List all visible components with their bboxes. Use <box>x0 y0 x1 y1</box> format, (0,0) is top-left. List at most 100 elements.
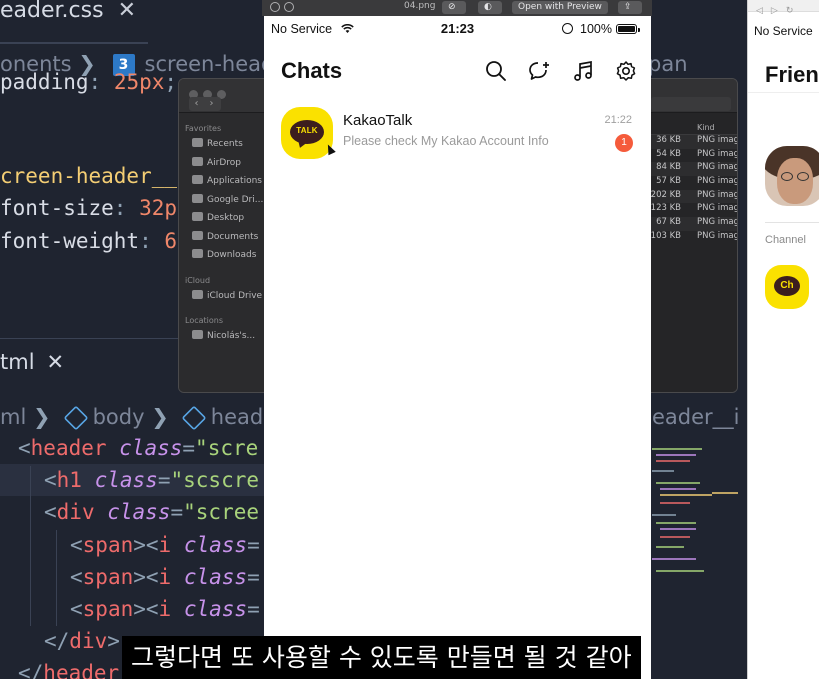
breadcrumb-body: body <box>92 405 145 429</box>
html-breadcrumb[interactable]: ml ❯ body ❯ head <box>0 405 264 431</box>
sidebar-item-computer[interactable]: Nicolás's... <box>179 327 265 346</box>
nav-buttons[interactable]: ‹ › <box>189 97 221 111</box>
markup-button[interactable]: ⊘ <box>442 1 466 14</box>
file-row[interactable]: 67 KB PNG imag <box>651 217 737 231</box>
channel-icon[interactable]: Ch <box>765 265 809 309</box>
code-line: <h1 class="scscre <box>44 468 259 492</box>
sidebar-item-google-drive[interactable]: Google Dri... <box>179 191 265 210</box>
carrier-label: No Service <box>754 24 813 38</box>
file-row[interactable]: 57 KB PNG imag <box>651 176 737 190</box>
chat-list-item[interactable]: TALK KakaoTalk Please check My Kakao Acc… <box>264 104 651 166</box>
code-line: <span><i class= <box>70 597 260 621</box>
battery-icon <box>616 24 640 34</box>
clock-icon <box>192 138 203 147</box>
code-line: <span><i class= <box>70 533 260 557</box>
cube-icon <box>63 405 89 431</box>
html-file-tab[interactable]: tml ✕ <box>0 350 64 374</box>
sidebar-item-desktop[interactable]: Desktop <box>179 209 265 228</box>
cube-icon <box>181 405 207 431</box>
page-title: Chats <box>281 58 343 83</box>
sidebar-section-icloud: iCloud <box>185 275 211 285</box>
code-line: padding: 25px; <box>0 70 178 94</box>
file-row[interactable]: 123 KB PNG imag <box>651 203 737 217</box>
avatar-label: TALK <box>296 126 318 135</box>
column-header-kind[interactable]: Kind <box>651 123 737 135</box>
sidebar-item-airdrop[interactable]: AirDrop <box>179 154 265 173</box>
file-row[interactable]: 84 KB PNG imag <box>651 162 737 177</box>
chat-name: KakaoTalk <box>343 112 413 129</box>
code-line: font-weight: 6 <box>0 229 178 253</box>
settings-icon[interactable] <box>615 60 637 82</box>
code-line: <span><i class= <box>70 565 260 589</box>
chevron-right-icon: ❯ <box>144 405 169 429</box>
finder-sidebar: Favorites Recents AirDrop Applications G… <box>179 113 265 392</box>
breadcrumb-folder: ml <box>0 405 27 429</box>
file-row[interactable]: 36 KB PNG imag <box>651 135 737 149</box>
back-arrow-icon[interactable]: ‹ <box>189 97 204 111</box>
sidebar-section-locations: Locations <box>185 316 224 325</box>
indent-guide <box>56 530 57 626</box>
sidebar-item-documents[interactable]: Documents <box>179 228 265 247</box>
cloud-icon <box>192 289 203 299</box>
breadcrumb-header: head <box>210 405 264 429</box>
html-tab-label: tml <box>0 350 35 374</box>
css-file-tab[interactable]: eader.css ✕ <box>0 0 136 23</box>
video-subtitle: 그렇다면 또 사용할 수 있도록 만들면 될 것 같아 <box>122 636 641 679</box>
music-icon[interactable] <box>572 60 594 82</box>
divider <box>765 222 819 223</box>
browser-toolbar: ◁ ▷ ↻ <box>748 0 819 15</box>
channel-icon-label: Ch <box>774 276 800 296</box>
friends-browser-window: ◁ ▷ ↻ No Service Frien Channel Ch <box>747 0 819 679</box>
hide-preview-icon[interactable] <box>284 2 294 12</box>
code-line: creen-header__ <box>0 164 178 188</box>
unread-badge: 1 <box>615 134 633 152</box>
back-icon[interactable]: ◁ <box>756 5 763 16</box>
file-row[interactable]: 103 KB PNG imag <box>651 231 737 245</box>
close-icon[interactable]: ✕ <box>47 350 65 374</box>
file-row[interactable]: 202 KB PNG imag <box>651 189 737 204</box>
status-bar: No Service 21:23 100% <box>264 16 651 42</box>
code-line: <div class="scree <box>44 500 259 524</box>
divider <box>748 92 819 93</box>
orientation-lock-icon <box>562 23 573 34</box>
indent-guide <box>30 466 31 626</box>
document-icon <box>192 230 203 240</box>
share-icon[interactable]: ⇪ <box>618 1 642 14</box>
minimap[interactable] <box>652 440 742 590</box>
finder-toolbar-field[interactable] <box>651 97 731 111</box>
open-with-preview-button[interactable]: Open with Preview <box>512 1 608 14</box>
laptop-icon <box>192 330 203 339</box>
sidebar-section-favorites: Favorites <box>185 124 222 133</box>
sidebar-item-applications[interactable]: Applications <box>179 172 265 191</box>
kakaotalk-avatar: TALK <box>281 107 333 159</box>
sidebar-item-downloads[interactable]: Downloads <box>179 246 265 265</box>
battery-percent: 100% <box>580 22 612 36</box>
close-preview-icon[interactable] <box>270 2 280 12</box>
chat-time: 21:22 <box>604 114 632 126</box>
download-icon <box>192 249 203 258</box>
css-breadcrumb-right: pan <box>648 52 688 76</box>
file-list[interactable]: Kind 36 KB PNG imag 54 KB PNG imag 84 KB PN… <box>651 113 737 392</box>
forward-icon[interactable]: ▷ <box>771 5 778 16</box>
new-chat-icon[interactable] <box>528 60 550 82</box>
code-line: </header <box>18 661 120 679</box>
chat-preview: Please check My Kakao Account Info <box>343 134 549 148</box>
friends-title: Frien <box>765 62 819 87</box>
code-line: font-size: 32p <box>0 196 178 220</box>
css-tab-label: eader.css <box>0 0 104 23</box>
file-row[interactable]: 54 KB PNG imag <box>651 149 737 163</box>
rotate-button[interactable]: ◐ <box>478 1 502 14</box>
reload-icon[interactable]: ↻ <box>786 5 794 16</box>
sidebar-item-recents[interactable]: Recents <box>179 135 265 154</box>
code-line: <header class="scre <box>18 436 259 460</box>
search-icon[interactable] <box>485 60 507 82</box>
channel-section-label: Channel <box>765 234 806 246</box>
code-line: </div> <box>44 629 120 653</box>
profile-avatar[interactable] <box>765 146 819 206</box>
close-icon[interactable]: ✕ <box>118 0 136 23</box>
sidebar-item-icloud-drive[interactable]: iCloud Drive <box>179 287 265 306</box>
folder-icon <box>192 193 203 203</box>
forward-arrow-icon[interactable]: › <box>204 97 219 111</box>
preview-filename: 04.png <box>404 1 436 11</box>
chevron-right-icon: ❯ <box>26 405 51 429</box>
